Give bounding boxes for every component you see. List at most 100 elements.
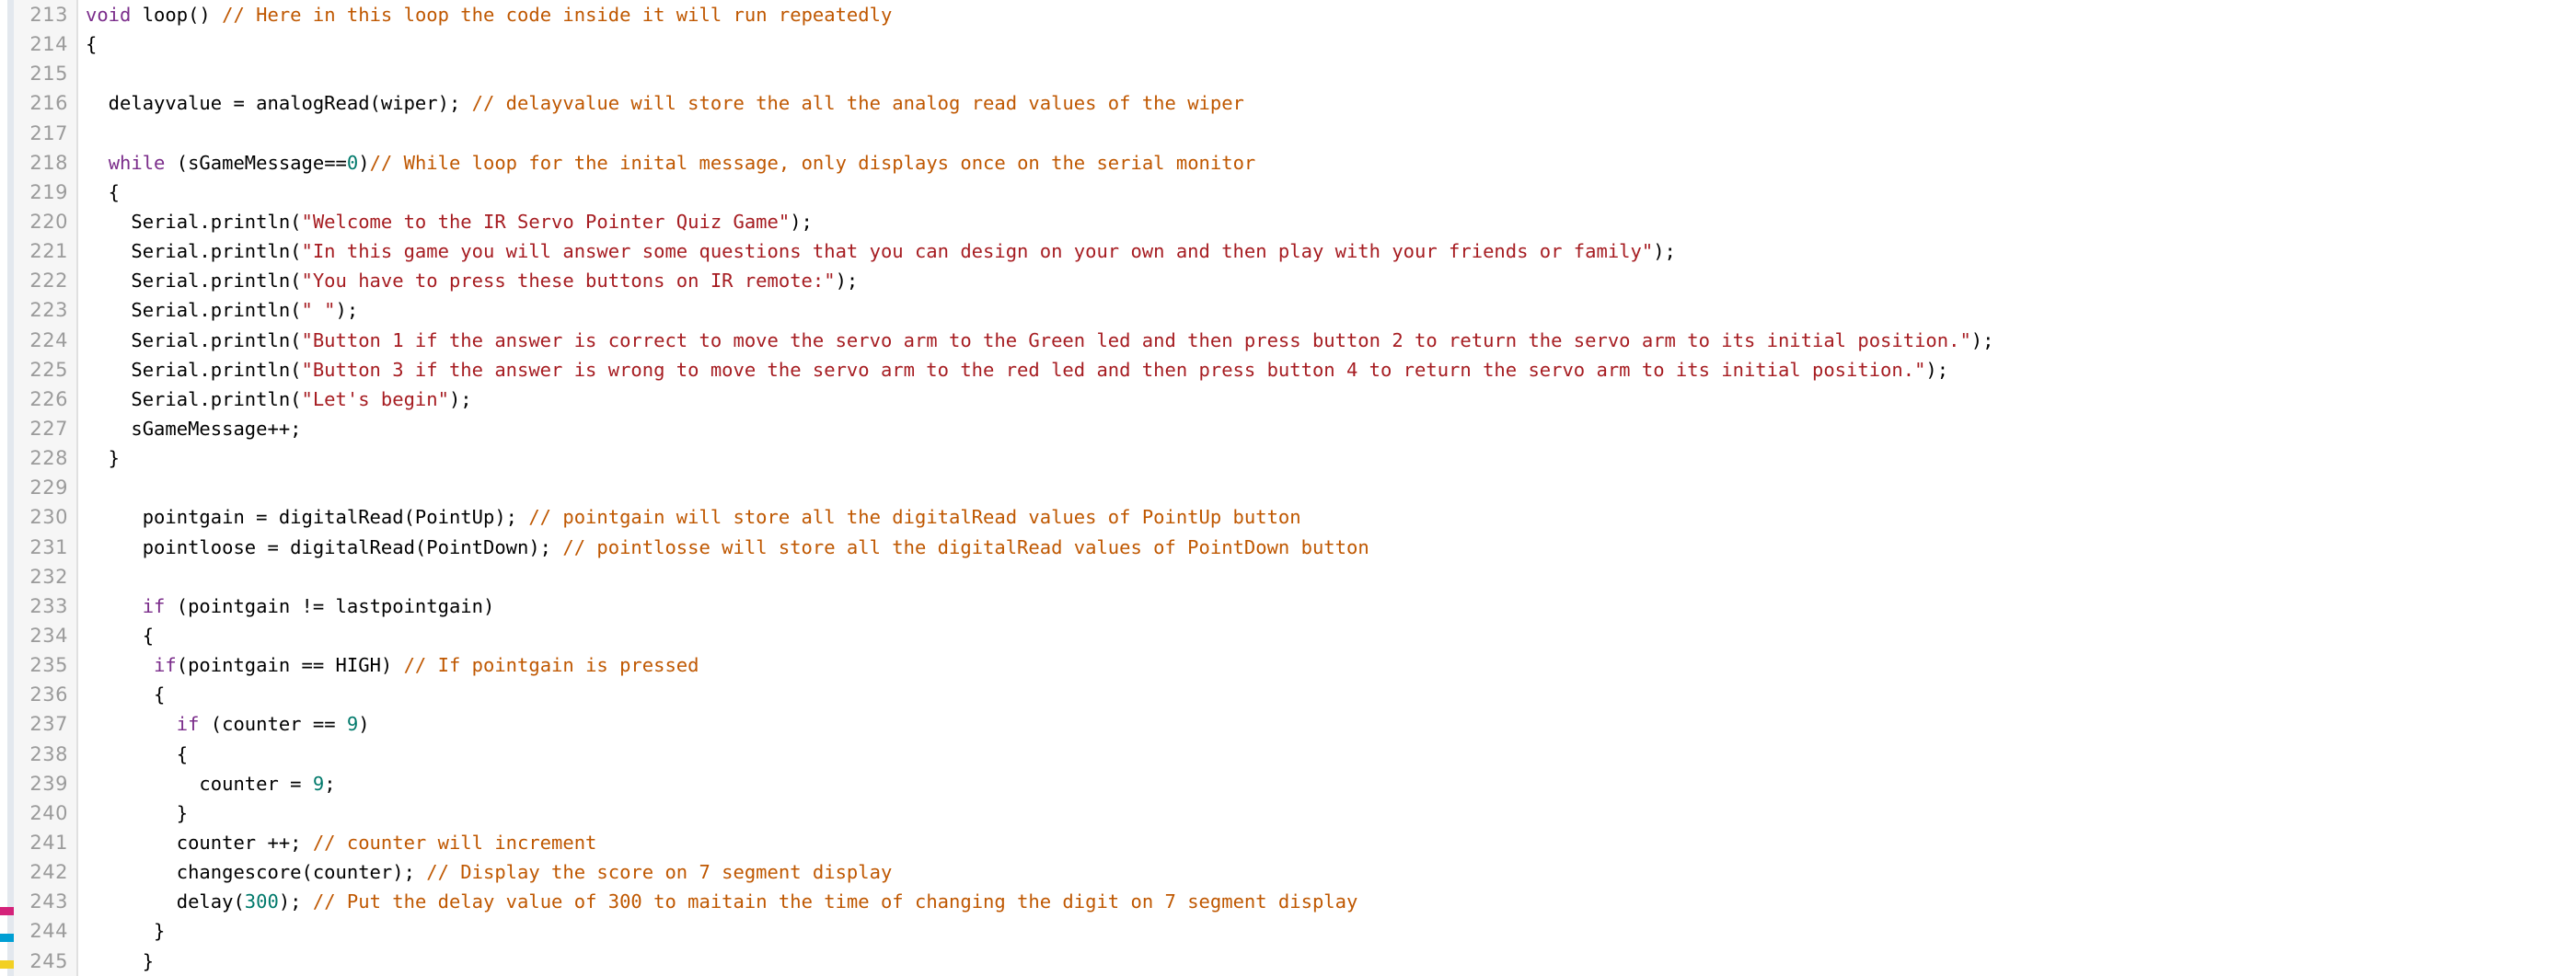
code-token-string: "Button 1 if the answer is correct to mo…	[301, 328, 1971, 351]
code-line[interactable]: {	[86, 178, 2576, 207]
code-line[interactable]: if (counter == 9)	[86, 709, 2576, 739]
line-number[interactable]: 215	[14, 59, 76, 88]
code-line[interactable]: counter = 9;	[86, 769, 2576, 798]
line-number[interactable]: 238	[14, 740, 76, 769]
line-number[interactable]: 236	[14, 680, 76, 709]
code-line[interactable]: Serial.println("Welcome to the IR Servo …	[86, 207, 2576, 236]
code-token-plain: );	[335, 299, 359, 322]
code-line[interactable]: {	[86, 29, 2576, 59]
code-line[interactable]	[86, 119, 2576, 148]
code-line[interactable]: }	[86, 947, 2576, 976]
line-number[interactable]: 242	[14, 857, 76, 887]
code-line[interactable]	[86, 59, 2576, 88]
line-number[interactable]: 228	[14, 443, 76, 473]
line-number[interactable]: 230	[14, 502, 76, 532]
code-token-comment: // While loop for the inital message, on…	[369, 151, 1256, 174]
marker-magenta[interactable]	[0, 907, 14, 915]
code-line[interactable]	[86, 562, 2576, 591]
code-line[interactable]: changescore(counter); // Display the sco…	[86, 857, 2576, 887]
code-token-kw: if	[154, 654, 177, 677]
line-number[interactable]: 244	[14, 916, 76, 946]
code-line[interactable]: Serial.println("Let's begin");	[86, 385, 2576, 414]
line-number[interactable]: 233	[14, 591, 76, 621]
code-token-string: "Button 3 if the answer is wrong to move…	[301, 358, 1926, 381]
code-line[interactable]: counter ++; // counter will increment	[86, 828, 2576, 857]
editor-left-edge	[0, 0, 7, 976]
code-line[interactable]: delayvalue = analogRead(wiper); // delay…	[86, 88, 2576, 118]
line-number[interactable]: 241	[14, 828, 76, 857]
code-line[interactable]: pointloose = digitalRead(PointDown); // …	[86, 533, 2576, 562]
code-token-plain: changescore(counter);	[86, 861, 427, 884]
line-number[interactable]: 232	[14, 562, 76, 591]
line-number-gutter[interactable]: 213 214 215 216 217 218 219 220 221 222 223 224 225 2…	[14, 0, 78, 976]
code-line[interactable]: Serial.println(" ");	[86, 295, 2576, 325]
line-number[interactable]: 245	[14, 947, 76, 976]
code-token-plain: delayvalue = analogRead(wiper);	[86, 92, 472, 115]
line-number[interactable]: 225	[14, 355, 76, 385]
code-line[interactable]: {	[86, 680, 2576, 709]
line-number[interactable]: 235	[14, 650, 76, 680]
code-token-string: "You have to press these buttons on IR r…	[301, 270, 836, 293]
code-line[interactable]: sGameMessage++;	[86, 414, 2576, 443]
line-number[interactable]: 240	[14, 798, 76, 828]
code-text-area[interactable]: void loop() // Here in this loop the cod…	[78, 0, 2576, 976]
code-line[interactable]: delay(300); // Put the delay value of 30…	[86, 887, 2576, 916]
line-number[interactable]: 221	[14, 236, 76, 266]
line-number[interactable]: 223	[14, 295, 76, 325]
code-line[interactable]: {	[86, 740, 2576, 769]
code-token-kw: if	[176, 713, 200, 736]
code-line[interactable]: Serial.println("In this game you will an…	[86, 236, 2576, 266]
code-token-plain: {	[86, 624, 155, 647]
line-number[interactable]: 214	[14, 29, 76, 59]
code-token-number: 9	[346, 713, 359, 736]
code-token-plain: Serial.println(	[86, 210, 302, 233]
line-number[interactable]: 220	[14, 207, 76, 236]
code-line[interactable]: }	[86, 916, 2576, 946]
line-number[interactable]: 226	[14, 385, 76, 414]
code-line[interactable]: {	[86, 621, 2576, 650]
code-token-plain: (counter ==	[199, 713, 347, 736]
line-number[interactable]: 243	[14, 887, 76, 916]
code-token-plain: pointgain = digitalRead(PointUp);	[86, 506, 529, 529]
line-number[interactable]: 237	[14, 709, 76, 739]
code-line[interactable]: Serial.println("You have to press these …	[86, 266, 2576, 295]
code-token-comment: // If pointgain is pressed	[403, 654, 699, 677]
line-number[interactable]: 222	[14, 266, 76, 295]
code-token-kw: if	[142, 594, 166, 617]
code-line[interactable]: pointgain = digitalRead(PointUp); // poi…	[86, 502, 2576, 532]
code-line[interactable]: if (pointgain != lastpointgain)	[86, 591, 2576, 621]
line-number[interactable]: 227	[14, 414, 76, 443]
code-token-plain: );	[790, 210, 813, 233]
code-line[interactable]	[86, 473, 2576, 502]
marker-cyan[interactable]	[0, 934, 14, 942]
line-number[interactable]: 213	[14, 0, 76, 29]
line-number[interactable]: 239	[14, 769, 76, 798]
code-line[interactable]: }	[86, 798, 2576, 828]
code-token-plain: );	[448, 387, 472, 410]
code-line[interactable]: while (sGameMessage==0)// While loop for…	[86, 148, 2576, 178]
line-number[interactable]: 231	[14, 533, 76, 562]
code-token-plain: }	[86, 447, 121, 470]
line-number[interactable]: 217	[14, 119, 76, 148]
change-marker-strip[interactable]	[0, 0, 14, 976]
marker-yellow[interactable]	[0, 960, 14, 969]
line-number[interactable]: 216	[14, 88, 76, 118]
line-number[interactable]: 234	[14, 621, 76, 650]
line-number[interactable]: 229	[14, 473, 76, 502]
code-token-plain: Serial.println(	[86, 299, 302, 322]
line-number[interactable]: 219	[14, 178, 76, 207]
line-number[interactable]: 224	[14, 326, 76, 355]
code-line[interactable]: }	[86, 443, 2576, 473]
code-line[interactable]: Serial.println("Button 3 if the answer i…	[86, 355, 2576, 385]
code-token-string: "Welcome to the IR Servo Pointer Quiz Ga…	[301, 210, 791, 233]
code-token-plain: ;	[324, 772, 336, 795]
code-line[interactable]: void loop() // Here in this loop the cod…	[86, 0, 2576, 29]
code-line[interactable]: Serial.println("Button 1 if the answer i…	[86, 326, 2576, 355]
code-token-plain: Serial.println(	[86, 270, 302, 293]
code-token-comment: // delayvalue will store the all the ana…	[471, 92, 1244, 115]
code-editor[interactable]: 213 214 215 216 217 218 219 220 221 222 223 224 225 2…	[0, 0, 2576, 976]
code-line[interactable]: if(pointgain == HIGH) // If pointgain is…	[86, 650, 2576, 680]
code-token-plain: }	[86, 920, 166, 943]
line-number[interactable]: 218	[14, 148, 76, 178]
code-token-comment: // pointgain will store all the digitalR…	[528, 506, 1301, 529]
